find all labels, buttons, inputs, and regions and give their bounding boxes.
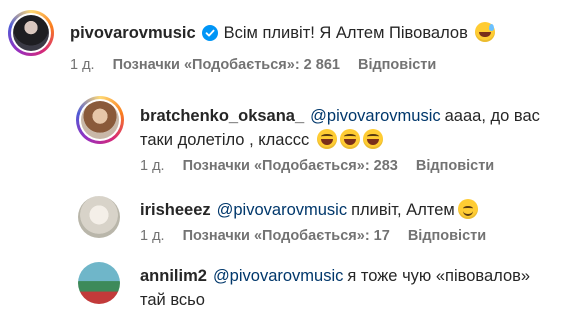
- comment-username[interactable]: irisheeez: [140, 201, 211, 219]
- comment-1: pivovarovmusic Всім пливіт! Я Алтем Піво…: [8, 10, 496, 73]
- comment-text: пливіт, Алтем: [351, 201, 455, 219]
- likes-count[interactable]: Позначки «Подобається»: 283: [183, 158, 398, 174]
- mention-link[interactable]: @pivovarovmusic: [213, 267, 343, 285]
- comment-3: irisheeez @pivovarovmusic пливіт, Алтем 1 …: [78, 196, 486, 244]
- story-ring[interactable]: [8, 10, 54, 56]
- avatar[interactable]: [81, 101, 119, 139]
- mention-link[interactable]: @pivovarovmusic: [217, 201, 347, 219]
- smiling-face-emoji-icon: [457, 199, 478, 219]
- reply-button[interactable]: Відповісти: [408, 228, 486, 244]
- comment-time[interactable]: 1 д.: [70, 57, 95, 73]
- avatar[interactable]: [78, 196, 120, 238]
- avatar[interactable]: [13, 15, 49, 51]
- likes-count[interactable]: Позначки «Подобається»: 17: [183, 228, 390, 244]
- comment-text: Всім пливіт! Я Алтем Півовалов: [223, 24, 468, 42]
- tears-of-joy-emoji-icon: [362, 129, 383, 149]
- tears-of-joy-emoji-icon: [316, 129, 337, 149]
- reply-button[interactable]: Відповісти: [416, 158, 494, 174]
- comment-username[interactable]: bratchenko_oksana_: [140, 107, 304, 125]
- avatar[interactable]: [78, 262, 120, 304]
- reply-button[interactable]: Відповісти: [358, 57, 436, 73]
- comment-4: annilim2 @pivovarovmusic я тоже чую «півов…: [78, 262, 540, 312]
- comment-2: bratchenko_oksana_ @pivovarovmusic аааа, д…: [76, 96, 560, 174]
- comment-time[interactable]: 1 д.: [140, 158, 165, 174]
- likes-count[interactable]: Позначки «Подобається»: 2 861: [113, 57, 340, 73]
- story-ring[interactable]: [76, 96, 124, 144]
- verified-badge-icon: [201, 24, 218, 48]
- comment-username[interactable]: pivovarovmusic: [70, 24, 196, 42]
- mention-link[interactable]: @pivovarovmusic: [310, 107, 440, 125]
- comment-time[interactable]: 1 д.: [140, 228, 165, 244]
- grinning-sweat-emoji-icon: [475, 22, 496, 42]
- tears-of-joy-emoji-icon: [339, 129, 360, 149]
- comment-username[interactable]: annilim2: [140, 267, 207, 285]
